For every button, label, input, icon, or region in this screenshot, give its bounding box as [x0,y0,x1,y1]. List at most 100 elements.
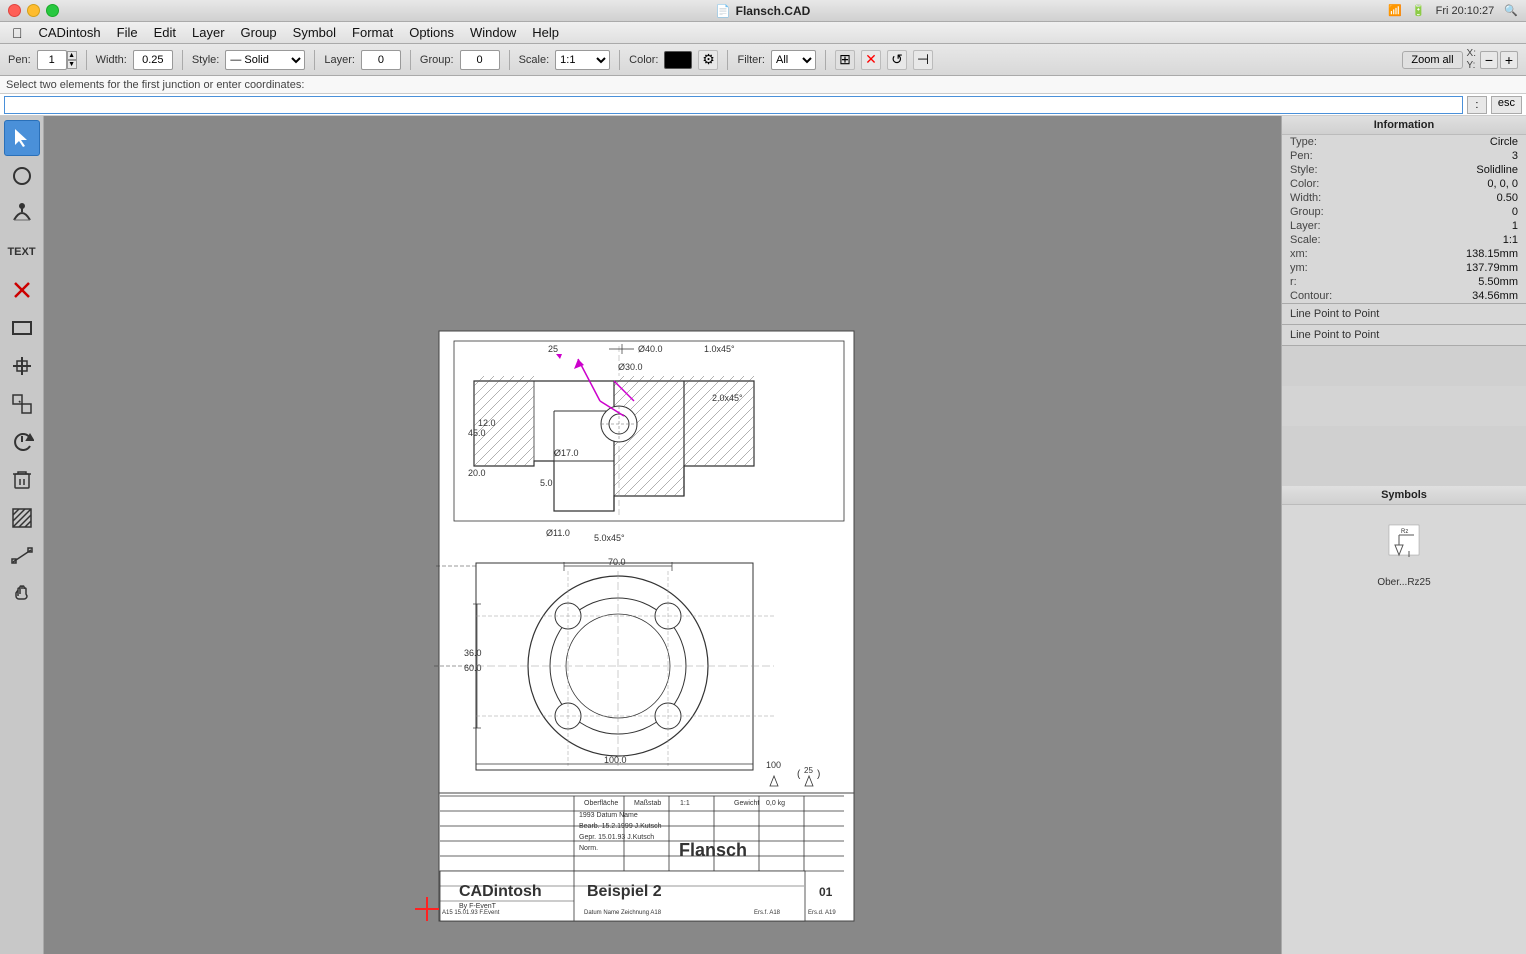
xy-coords: X: Y: [1467,48,1476,72]
menu-edit[interactable]: Edit [146,23,184,42]
hatch-tool[interactable] [4,500,40,536]
menu-format[interactable]: Format [344,23,401,42]
move-copy-tool[interactable] [4,386,40,422]
toolbar: Pen: ▲ ▼ Width: Style: — Solid --- Dashe… [0,44,1526,76]
file-icon: 📄 [716,4,731,18]
left-toolbar: TEXT [0,116,44,954]
style-select[interactable]: — Solid --- Dashed ... Dotted [225,50,305,70]
settings-btn[interactable]: ⚙ [698,50,718,70]
width-info-label: Width: [1290,192,1360,204]
color-swatch[interactable] [664,51,692,69]
menubar:  CADintosh File Edit Layer Group Symbol… [0,22,1526,44]
pen-input[interactable] [37,50,67,70]
menu-options[interactable]: Options [401,23,462,42]
maximize-button[interactable] [46,4,59,17]
zoom-out-btn[interactable]: − [1480,51,1498,69]
circle-tool[interactable] [4,158,40,194]
close-button[interactable] [8,4,21,17]
group-input[interactable] [460,50,500,70]
svg-text:36.0: 36.0 [464,648,482,658]
line-tool[interactable] [4,538,40,574]
group-label: Group: [420,54,454,66]
symbols-header: Symbols [1282,486,1526,505]
xm-label: xm: [1290,248,1360,260]
traffic-lights [8,4,59,17]
cancel-btn[interactable]: ✕ [861,50,881,70]
svg-text:2.0x45°: 2.0x45° [712,393,743,403]
input-confirm-btn[interactable]: : [1467,96,1487,114]
menu-layer[interactable]: Layer [184,23,233,42]
zoom-all-btn[interactable]: Zoom all [1402,51,1462,69]
scale-label: Scale: [519,54,550,66]
text-tool[interactable]: TEXT [4,234,40,270]
svg-text:Flansch: Flansch [679,840,747,860]
rectangle-tool[interactable] [4,310,40,346]
coordinate-input[interactable] [4,96,1463,114]
right-panel: Information Type: Circle Pen: 3 Style: S… [1281,116,1526,954]
command-text: Select two elements for the first juncti… [6,79,304,91]
info-row-width: Width: 0.50 [1282,191,1526,205]
zoom-in-btn[interactable]: + [1500,51,1518,69]
trash-tool[interactable] [4,462,40,498]
pen-up[interactable]: ▲ [67,51,77,60]
svg-text:100: 100 [766,760,781,770]
esc-btn[interactable]: esc [1491,96,1522,114]
menu-cadintosh[interactable]: CADintosh [31,23,109,42]
style-label: Style: [192,54,220,66]
svg-text:5.0: 5.0 [540,478,553,488]
sep4 [410,50,411,70]
arc-tool[interactable] [4,196,40,232]
date-time: Fri 20:10:27 [1436,5,1495,17]
hand-tool[interactable] [4,576,40,612]
line-point-label-2: Line Point to Point [1282,325,1526,345]
width-input[interactable] [133,50,173,70]
scale-info-label: Scale: [1290,234,1360,246]
apple-menu[interactable]:  [4,25,31,41]
scale-select[interactable]: 1:1 1:2 2:1 [555,50,610,70]
svg-text:Ø17.0: Ø17.0 [554,448,579,458]
rotate-tool[interactable] [4,424,40,460]
svg-text:Ers.f. A18: Ers.f. A18 [754,910,781,916]
info-row-type: Type: Circle [1282,135,1526,149]
svg-text:Norm.: Norm. [579,845,598,852]
refresh-btn[interactable]: ↺ [887,50,907,70]
filter-select[interactable]: All [771,50,816,70]
layer-input[interactable] [361,50,401,70]
battery-icon: 🔋 [1412,4,1426,17]
x-coord: X: [1467,48,1476,60]
sep2 [182,50,183,70]
symbols-section: Symbols Rz Ober...Rz25 [1282,486,1526,954]
scale-info-value: 1:1 [1503,234,1518,246]
info-row-color: Color: 0, 0, 0 [1282,177,1526,191]
menu-help[interactable]: Help [524,23,567,42]
search-icon[interactable]: 🔍 [1504,4,1518,17]
menu-group[interactable]: Group [233,23,285,42]
svg-text:60.0: 60.0 [464,663,482,673]
style-info-label: Style: [1290,164,1360,176]
menu-symbol[interactable]: Symbol [285,23,344,42]
delete-tool[interactable] [4,272,40,308]
pointer-tool[interactable] [4,120,40,156]
svg-text:1993 Datum Name: 1993 Datum Name [579,812,638,819]
pen-spinner[interactable]: ▲ ▼ [67,51,77,69]
pen-info-value: 3 [1512,150,1518,162]
nav-btn[interactable]: ⊣ [913,50,933,70]
minimize-button[interactable] [27,4,40,17]
ym-label: ym: [1290,262,1360,274]
svg-text:5.0x45°: 5.0x45° [594,533,625,543]
menu-window[interactable]: Window [462,23,524,42]
menu-file[interactable]: File [109,23,146,42]
cross-tool[interactable] [4,348,40,384]
line-point-label-1: Line Point to Point [1282,304,1526,324]
symbol-preview: Rz [1282,505,1526,575]
symbol-label: Ober...Rz25 [1282,575,1526,590]
pen-down[interactable]: ▼ [67,60,77,69]
svg-text:45.0: 45.0 [468,428,486,438]
r-value: 5.50mm [1478,276,1518,288]
svg-text:25: 25 [804,766,813,775]
snap-btn[interactable]: ⊞ [835,50,855,70]
svg-text:Ø40.0: Ø40.0 [638,344,663,354]
canvas-area[interactable]: Ø40.0 1.0x45° Ø30.0 2.0x45° 25 12.0 45.0… [44,116,1281,954]
sep3 [314,50,315,70]
line-point-section-2: Line Point to Point [1282,325,1526,346]
